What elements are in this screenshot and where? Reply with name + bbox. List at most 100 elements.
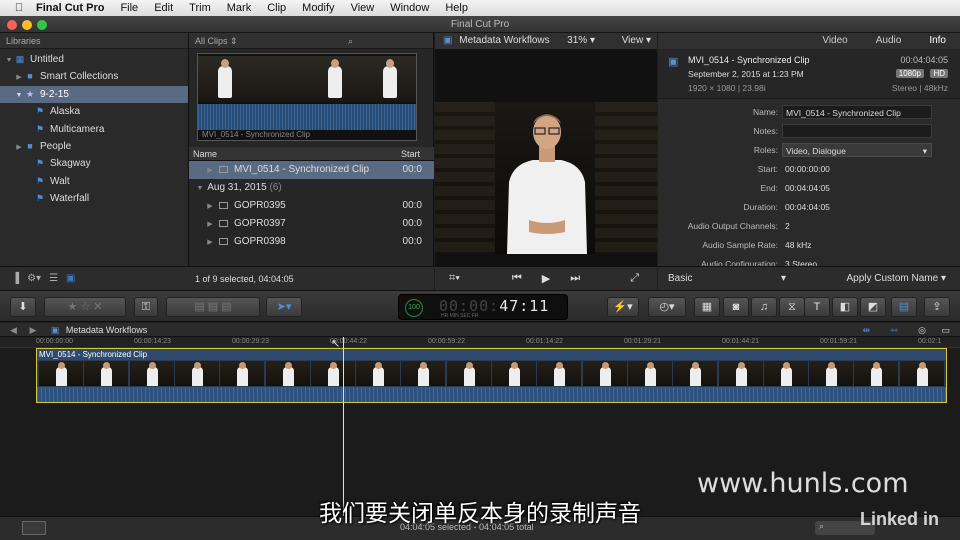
project-icon: ▣ bbox=[443, 35, 453, 46]
keyword-walt[interactable]: ⚑ Walt bbox=[0, 173, 188, 190]
menu-clip[interactable]: Clip bbox=[267, 2, 286, 14]
camera-icon[interactable]: ◙ bbox=[723, 297, 749, 317]
share-icon[interactable]: ⇪ bbox=[924, 297, 950, 317]
disclosure-closed-icon[interactable]: ▶ bbox=[205, 198, 215, 216]
disclosure-closed-icon[interactable]: ▶ bbox=[14, 69, 24, 86]
keyword-waterfall[interactable]: ⚑ Waterfall bbox=[0, 190, 188, 207]
disclosure-open-icon[interactable]: ▼ bbox=[14, 87, 24, 104]
list-row[interactable]: ▶ GOPR0397 00:0 bbox=[189, 215, 434, 233]
clip-thumbnail bbox=[854, 361, 899, 386]
previous-edit-icon[interactable]: ⏮ bbox=[512, 272, 522, 285]
library-sidebar-icon[interactable]: ▐ bbox=[12, 273, 19, 284]
fullscreen-icon[interactable]: ⤢ bbox=[630, 272, 639, 285]
select-tool-button[interactable]: ➤▾ bbox=[266, 297, 302, 317]
apply-custom-name-menu[interactable]: Apply Custom Name ▾ bbox=[846, 267, 946, 291]
list-row[interactable]: ▶ GOPR0398 00:0 bbox=[189, 233, 434, 251]
next-edit-icon[interactable]: ⏭ bbox=[570, 272, 580, 285]
filmstrip[interactable]: MVI_0514 - Synchronized Clip bbox=[197, 53, 417, 141]
list-group[interactable]: ▼ Aug 31, 2015 (6) bbox=[189, 179, 434, 197]
timeline-clip[interactable]: MVI_0514 - Synchronized Clip bbox=[36, 348, 947, 403]
clip-thumbnail bbox=[220, 361, 265, 386]
playhead[interactable] bbox=[343, 337, 344, 517]
zoom-menu[interactable]: 31% ▾ bbox=[567, 33, 595, 49]
themes-icon[interactable]: ◩ bbox=[860, 297, 886, 317]
minimize-window-button[interactable] bbox=[22, 20, 32, 30]
back-icon[interactable]: ◀ bbox=[10, 325, 17, 335]
smart-collections[interactable]: ▶ ■ Smart Collections bbox=[0, 68, 188, 85]
keyword-icon: ⚑ bbox=[35, 158, 45, 169]
resolution-badge: 1080p bbox=[895, 69, 924, 78]
notes-field[interactable] bbox=[782, 124, 932, 138]
disclosure-open-icon[interactable]: ▼ bbox=[4, 52, 14, 69]
gear-icon[interactable]: ⚙▾ bbox=[27, 273, 41, 284]
generators-icon[interactable]: ◧ bbox=[832, 297, 858, 317]
music-icon[interactable]: ♫ bbox=[751, 297, 777, 317]
chevron-down-icon: ▾ bbox=[940, 273, 946, 284]
project-icon: ▣ bbox=[50, 325, 60, 335]
audio-skimming-icon[interactable]: ⇿ bbox=[890, 323, 898, 337]
tab-video[interactable]: Video bbox=[808, 33, 861, 49]
column-start[interactable]: Start bbox=[401, 147, 420, 161]
play-icon[interactable]: ▶ bbox=[542, 272, 550, 285]
disclosure-open-icon[interactable]: ▼ bbox=[195, 180, 205, 198]
zoom-window-button[interactable] bbox=[37, 20, 47, 30]
disclosure-closed-icon[interactable]: ▶ bbox=[14, 139, 24, 156]
ruler-tick: 00:01:29:21 bbox=[624, 338, 661, 345]
view-menu[interactable]: View ▾ bbox=[622, 33, 651, 49]
menu-window[interactable]: Window bbox=[390, 2, 429, 14]
metadata-view-menu[interactable]: Basic ▾ bbox=[668, 267, 786, 291]
clip-filter-menu[interactable]: All Clips ⇕ bbox=[195, 33, 238, 48]
viewer-pane: ▣ Metadata Workflows 31% ▾ View ▾ ⌗▾ ⏮ ▶… bbox=[435, 33, 657, 290]
keyword-skagway[interactable]: ⚑ Skagway bbox=[0, 155, 188, 172]
menu-file[interactable]: File bbox=[120, 2, 138, 14]
transform-icon[interactable]: ⌗▾ bbox=[449, 272, 460, 285]
roles-dropdown[interactable]: Video, Dialogue ▾ bbox=[782, 143, 932, 157]
keyword-alaska[interactable]: ⚑ Alaska bbox=[0, 103, 188, 120]
video-frame[interactable] bbox=[435, 102, 657, 254]
transitions-icon[interactable]: ⧖ bbox=[779, 297, 805, 317]
event-9-2-15[interactable]: ▼ ★ 9-2-15 bbox=[0, 85, 188, 104]
photos-icon[interactable]: ▦ bbox=[694, 297, 720, 317]
close-window-button[interactable] bbox=[7, 20, 17, 30]
app-menu[interactable]: Final Cut Pro bbox=[36, 2, 104, 14]
solo-icon[interactable]: ◎ bbox=[918, 323, 926, 337]
list-row-selected[interactable]: ▶ MVI_0514 - Synchronized Clip 00:0 bbox=[189, 161, 434, 179]
retime-button[interactable]: ◴▾ bbox=[648, 297, 686, 317]
menu-view[interactable]: View bbox=[351, 2, 375, 14]
disclosure-closed-icon[interactable]: ▶ bbox=[205, 216, 215, 234]
viewer-title: Metadata Workflows bbox=[459, 35, 550, 46]
event-star-icon: ★ bbox=[25, 88, 35, 99]
search-icon[interactable]: ⌕ bbox=[348, 33, 353, 48]
apple-icon[interactable]:  bbox=[8, 2, 30, 14]
import-button[interactable]: ⬇ bbox=[10, 297, 36, 317]
clip-appearance-icon[interactable]: ▭ bbox=[941, 323, 950, 337]
tab-info[interactable]: Info bbox=[915, 33, 960, 49]
list-row[interactable]: ▶ GOPR0395 00:0 bbox=[189, 197, 434, 215]
enhance-button[interactable]: ⚡▾ bbox=[607, 297, 639, 317]
menu-modify[interactable]: Modify bbox=[302, 2, 334, 14]
inspector-toggle-icon[interactable]: ▤ bbox=[891, 297, 917, 317]
menu-edit[interactable]: Edit bbox=[154, 2, 173, 14]
tab-audio[interactable]: Audio bbox=[862, 33, 916, 49]
column-name[interactable]: Name bbox=[189, 149, 217, 159]
library-untitled[interactable]: ▼ ▦ Untitled bbox=[0, 51, 188, 68]
menu-trim[interactable]: Trim bbox=[189, 2, 211, 14]
rating-buttons[interactable]: ★ ☆ ✕ bbox=[44, 297, 126, 317]
keyword-multicamera[interactable]: ⚑ Multicamera bbox=[0, 121, 188, 138]
folder-people[interactable]: ▶ ■ People bbox=[0, 138, 188, 155]
timecode-display[interactable]: 100 00:00:47:11 HR MIN SEC FR bbox=[398, 294, 568, 320]
keyword-button[interactable]: ⚿ bbox=[134, 297, 158, 317]
edit-buttons[interactable]: ▤ ▤ ▤ bbox=[166, 297, 260, 317]
menu-help[interactable]: Help bbox=[445, 2, 468, 14]
forward-icon[interactable]: ▶ bbox=[29, 325, 36, 335]
disclosure-closed-icon[interactable]: ▶ bbox=[205, 162, 215, 180]
filmstrip-view-icon[interactable]: ▣ bbox=[66, 273, 75, 284]
timeline-ruler[interactable]: 00:00:00:00 00:00:14:23 00:00:29:23 00:0… bbox=[0, 337, 960, 348]
disclosure-closed-icon[interactable]: ▶ bbox=[205, 234, 215, 252]
list-view-icon[interactable]: ☰ bbox=[49, 273, 58, 284]
snapping-icon[interactable]: ⇹ bbox=[862, 323, 870, 337]
name-field[interactable]: MVI_0514 - Synchronized Clip bbox=[782, 105, 932, 119]
clip-thumbnail bbox=[809, 361, 854, 386]
menu-mark[interactable]: Mark bbox=[227, 2, 251, 14]
titles-icon[interactable]: T bbox=[804, 297, 830, 317]
